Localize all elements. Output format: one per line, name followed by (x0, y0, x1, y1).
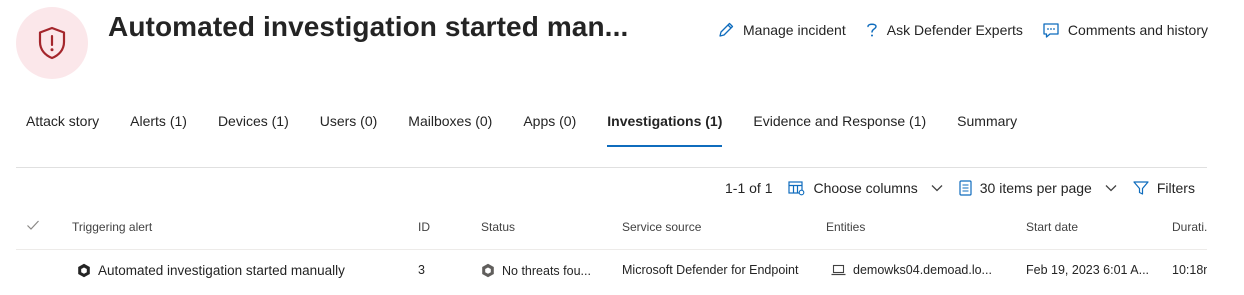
columns-icon (788, 181, 805, 196)
items-per-page-label: 30 items per page (979, 180, 1092, 196)
comments-history-label: Comments and history (1067, 22, 1208, 38)
column-header-triggering-alert[interactable]: Triggering alert (72, 220, 152, 234)
incident-tabs: Attack story Alerts (1) Devices (1) User… (26, 113, 1048, 147)
tab-summary[interactable]: Summary (957, 113, 1017, 129)
page-list-icon (959, 180, 972, 196)
pagination-text: 1-1 of 1 (725, 180, 773, 196)
table-row-service-source: Microsoft Defender for Endpoint (622, 263, 799, 277)
checkmark-icon (27, 220, 39, 230)
table-row-start-date: Feb 19, 2023 6:01 A... (1026, 263, 1150, 277)
column-header-duration[interactable]: Durati... (1172, 220, 1207, 234)
header-actions: Manage incident Ask Defender Experts Com… (717, 21, 1208, 39)
tab-users[interactable]: Users (0) (320, 113, 378, 129)
comment-icon (1043, 23, 1059, 38)
entities-text[interactable]: demowks04.demoad.lo... (853, 263, 992, 277)
manage-incident-button[interactable]: Manage incident (717, 21, 846, 39)
triggering-alert-text[interactable]: Automated investigation started manually (98, 263, 345, 278)
table-row-status: No threats fou... (481, 263, 591, 278)
investigation-hexagon-icon (78, 263, 90, 278)
table-row-entities[interactable]: demowks04.demoad.lo... (831, 263, 992, 277)
choose-columns-button[interactable]: Choose columns (788, 180, 943, 196)
column-header-status[interactable]: Status (481, 220, 515, 234)
tab-devices[interactable]: Devices (1) (218, 113, 289, 129)
incident-badge (16, 7, 88, 79)
comments-history-button[interactable]: Comments and history (1042, 21, 1208, 39)
column-header-entities[interactable]: Entities (826, 220, 865, 234)
header-row-divider (16, 249, 1207, 250)
select-all-checkbox[interactable] (26, 219, 40, 234)
table-row-id: 3 (418, 263, 425, 277)
manage-incident-label: Manage incident (743, 22, 846, 38)
column-header-service-source[interactable]: Service source (622, 220, 701, 234)
tab-apps[interactable]: Apps (0) (523, 113, 576, 129)
column-header-start-date[interactable]: Start date (1026, 220, 1078, 234)
tab-evidence-response[interactable]: Evidence and Response (1) (753, 113, 926, 129)
shield-alert-icon (38, 26, 66, 60)
table-row-duration: 10:18m (1172, 263, 1207, 277)
tab-investigations[interactable]: Investigations (1) (607, 113, 723, 147)
status-hexagon-icon (482, 263, 494, 278)
question-icon (867, 23, 877, 37)
tab-mailboxes[interactable]: Mailboxes (0) (408, 113, 492, 129)
choose-columns-label: Choose columns (813, 180, 918, 196)
tab-attack-story[interactable]: Attack story (26, 113, 99, 129)
tabs-divider (16, 167, 1207, 168)
laptop-icon (831, 264, 846, 276)
pencil-icon (719, 22, 734, 37)
column-header-id[interactable]: ID (418, 220, 430, 234)
ask-defender-experts-label: Ask Defender Experts (886, 22, 1023, 38)
table-toolbar: 1-1 of 1 Choose columns 30 items per pag… (725, 180, 1195, 196)
items-per-page-button[interactable]: 30 items per page (959, 180, 1117, 196)
page-title: Automated investigation started man... (108, 11, 629, 42)
chevron-down-icon (931, 185, 943, 192)
filter-icon (1133, 181, 1149, 195)
filters-button[interactable]: Filters (1133, 180, 1195, 196)
tab-alerts[interactable]: Alerts (1) (130, 113, 187, 129)
status-text: No threats fou... (502, 263, 591, 278)
table-row-triggering-alert[interactable]: Automated investigation started manually (77, 263, 345, 278)
chevron-down-icon (1105, 185, 1117, 192)
ask-defender-experts-button[interactable]: Ask Defender Experts (865, 21, 1023, 39)
filters-label: Filters (1156, 180, 1195, 196)
